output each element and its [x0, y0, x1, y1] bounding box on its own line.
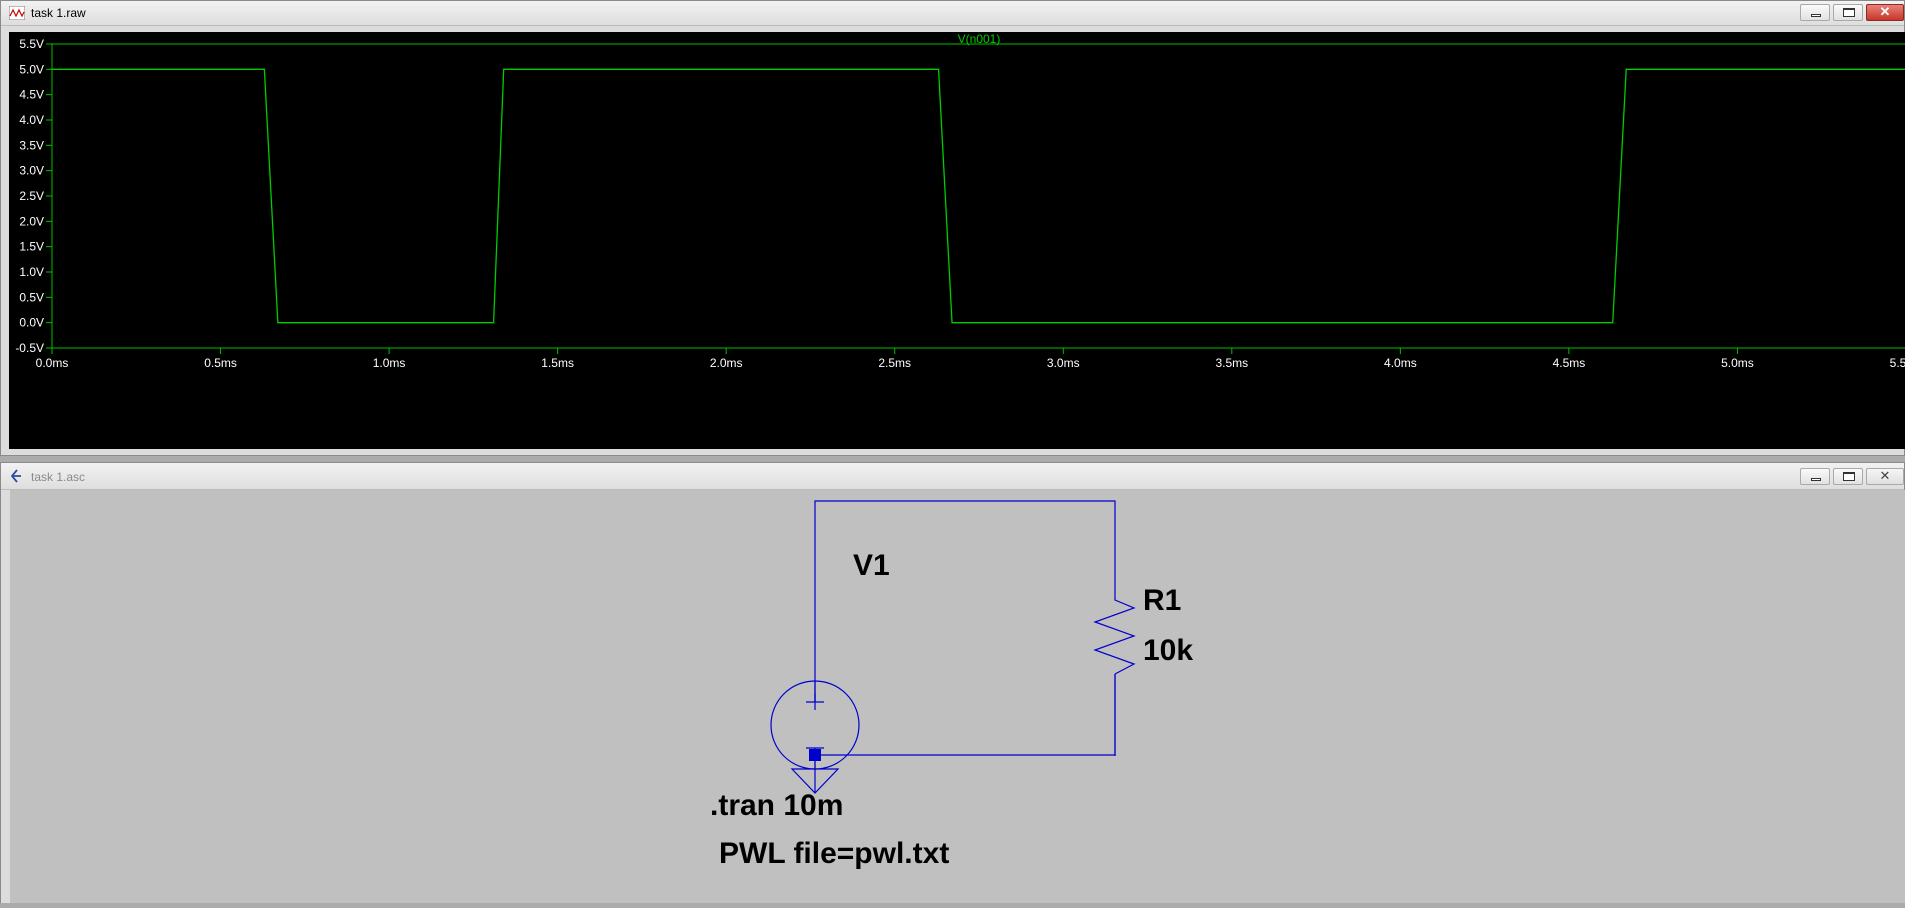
trace-point — [263, 68, 265, 70]
waveform-app-icon — [9, 6, 25, 20]
y-tick-label: 1.0V — [19, 265, 44, 279]
y-tick-label: 3.0V — [19, 164, 44, 178]
resistor-value[interactable]: 10k — [1143, 634, 1193, 667]
schematic-app-icon — [10, 469, 21, 483]
maximize-button[interactable] — [1833, 4, 1863, 21]
maximize-icon — [1843, 472, 1855, 481]
plot-frame — [51, 43, 1905, 349]
schematic-drawing[interactable]: V1 R1 10k .tran 10m PWL file=pwl.txt — [10, 490, 1905, 903]
x-tick-label: 4.5ms — [1553, 356, 1586, 370]
waveform-window: task 1.raw ✕ 5.5V 5.0V 4.5V 4.0V 3.5V 3.0V 2.5… — [0, 0, 1905, 456]
minimize-icon — [1811, 478, 1821, 481]
minimize-icon — [1811, 14, 1821, 17]
trace-title-label[interactable]: V(n001) — [958, 32, 1001, 46]
trace-point — [937, 68, 940, 70]
x-tick-label: 5.0ms — [1721, 356, 1754, 370]
waveform-window-title: task 1.raw — [31, 6, 86, 20]
close-button[interactable]: ✕ — [1866, 4, 1904, 21]
trace-point — [51, 68, 53, 70]
x-tick-label: 5.5ms — [1890, 356, 1905, 370]
resistor-r1[interactable] — [1093, 592, 1136, 675]
trace-v-n001[interactable] — [52, 68, 1905, 324]
trace-point — [503, 68, 505, 70]
x-tick-label: 1.0ms — [373, 356, 406, 370]
y-tick-label: 1.5V — [19, 240, 44, 254]
waveform-titlebar[interactable]: task 1.raw ✕ — [1, 1, 1904, 26]
trace-point — [1625, 68, 1627, 70]
x-tick-label: 4.0ms — [1384, 356, 1417, 370]
maximize-icon — [1843, 8, 1855, 17]
close-icon: ✕ — [1879, 4, 1891, 19]
x-tick-label: 2.0ms — [710, 356, 743, 370]
source-value[interactable]: PWL file=pwl.txt — [719, 837, 949, 870]
y-tick-label: 2.0V — [19, 214, 44, 228]
x-tick-label: 1.5ms — [541, 356, 574, 370]
schematic-titlebar[interactable]: task 1.asc ✕ — [1, 463, 1904, 490]
close-button[interactable]: ✕ — [1866, 468, 1904, 485]
source-label[interactable]: V1 — [853, 549, 890, 582]
x-tick-label: 2.5ms — [878, 356, 911, 370]
spice-directive[interactable]: .tran 10m — [710, 789, 843, 822]
x-tick-label: 0.0ms — [36, 356, 69, 370]
y-tick-label: 2.5V — [19, 189, 44, 203]
y-tick-label: 3.5V — [19, 138, 44, 152]
trace-point — [277, 322, 279, 324]
waveform-plot-pane[interactable]: 5.5V 5.0V 4.5V 4.0V 3.5V 3.0V 2.5V 2.0V 1.5V 1.0V… — [9, 32, 1905, 449]
ground-node[interactable] — [809, 749, 821, 761]
x-tick-label: 3.0ms — [1047, 356, 1080, 370]
y-tick-label: 4.0V — [19, 113, 44, 127]
trace-point — [1612, 322, 1614, 324]
wire-top[interactable] — [814, 500, 1116, 702]
maximize-button[interactable] — [1833, 468, 1863, 485]
trace-point — [492, 322, 495, 324]
close-icon: ✕ — [1879, 468, 1891, 483]
x-tick-label: 0.5ms — [204, 356, 237, 370]
waveform-plot[interactable]: 5.5V 5.0V 4.5V 4.0V 3.5V 3.0V 2.5V 2.0V 1.5V 1.0V… — [9, 32, 1905, 449]
y-tick-label: 0.0V — [19, 316, 44, 330]
resistor-label[interactable]: R1 — [1143, 584, 1181, 617]
schematic-canvas[interactable]: V1 R1 10k .tran 10m PWL file=pwl.txt — [10, 490, 1905, 903]
schematic-window-title: task 1.asc — [31, 470, 86, 484]
minimize-button[interactable] — [1800, 468, 1830, 485]
minimize-button[interactable] — [1800, 4, 1830, 21]
y-tick-label: 0.5V — [19, 290, 44, 304]
trace-point — [951, 322, 953, 324]
y-tick-label: 5.5V — [19, 37, 44, 51]
y-tick-label: 4.5V — [19, 88, 44, 102]
wire-bottom[interactable] — [814, 674, 1116, 793]
y-tick-label: -0.5V — [15, 341, 44, 355]
y-tick-label: 5.0V — [19, 62, 44, 76]
x-tick-label: 3.5ms — [1215, 356, 1248, 370]
